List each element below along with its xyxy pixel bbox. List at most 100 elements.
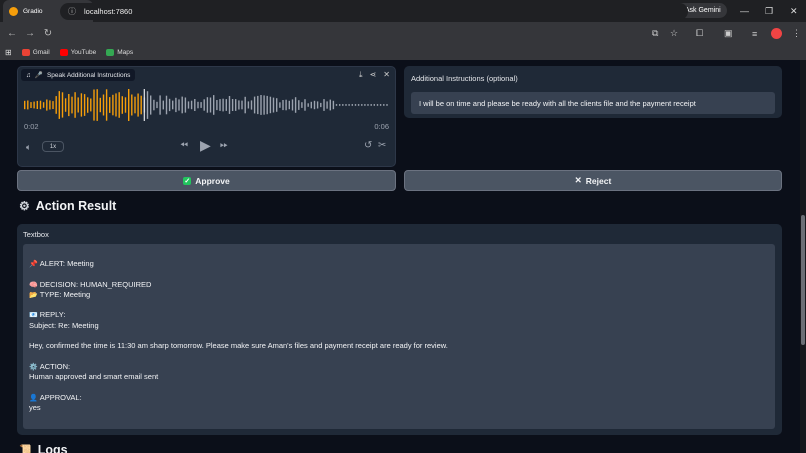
waveform-bar (260, 95, 262, 115)
waveform-bar (320, 102, 322, 108)
result-line-text: DECISION: HUMAN_REQUIRED (39, 279, 152, 289)
install-app-icon[interactable]: ⧉ (652, 22, 658, 45)
rewind-icon[interactable]: ⏪︎ (180, 140, 188, 151)
waveform-bar (253, 96, 256, 114)
side-panel-icon[interactable]: ▣ (724, 22, 733, 45)
action-result-panel: Textbox 📌 ALERT: Meeting 🧠 DECISION: HUMAN_… (17, 224, 782, 435)
waveform-bar (213, 95, 215, 115)
waveform-bar (178, 99, 180, 111)
result-line (29, 352, 769, 362)
share-icon[interactable]: ⋖ (370, 70, 377, 80)
result-line: ⚙️ ACTION: (29, 362, 769, 372)
waveform-bar (209, 97, 212, 113)
waveform-bar (379, 104, 382, 106)
bookmark-star-icon[interactable]: ☆ (670, 22, 678, 45)
waveform-bar (134, 96, 136, 114)
waveform-bar (64, 98, 67, 112)
waveform-bar (93, 89, 95, 121)
reject-button[interactable]: ✕ Reject (404, 170, 782, 191)
waveform-bar (68, 94, 70, 117)
waveform-bar (332, 100, 335, 110)
download-icon[interactable]: ⤓ (359, 70, 363, 80)
bookmark-icon (106, 49, 115, 56)
waveform-bar (250, 100, 253, 110)
waveform-bar (310, 101, 312, 109)
waveform-bar (52, 101, 54, 109)
bookmark-label: Gmail (32, 49, 50, 56)
waveform-bar (146, 91, 149, 119)
waveform-bar (238, 100, 240, 110)
address-bar[interactable]: ⓘ localhost:7860 (60, 3, 688, 20)
waveform-bar (190, 100, 193, 110)
result-line: Subject: Re: Meeting (29, 321, 769, 331)
waveform-bar (357, 104, 360, 106)
result-line-text: Hey, confirmed the time is 11:30 am shar… (29, 341, 448, 351)
waveform-bar (112, 94, 114, 116)
site-info-icon[interactable]: ⓘ (68, 6, 76, 17)
clear-icon[interactable]: ✕ (383, 70, 390, 80)
waveform-bar (184, 97, 187, 113)
action-result-textbox[interactable]: 📌 ALERT: Meeting 🧠 DECISION: HUMAN_REQUIRED… (23, 244, 775, 429)
waveform-bar (115, 93, 117, 117)
additional-instructions-input[interactable]: I will be on time and please be ready wi… (411, 92, 775, 114)
forward-icon[interactable]: → (21, 28, 39, 39)
profile-avatar[interactable] (771, 22, 782, 45)
waveform-bar (301, 102, 303, 108)
menu-icon[interactable]: ⋮ (792, 22, 801, 45)
textbox-label: Textbox (23, 230, 49, 239)
x-icon: ✕ (574, 175, 582, 185)
playback-speed-button[interactable]: 1x (42, 141, 64, 152)
result-line-icon: ⚙️ (29, 363, 38, 371)
extensions-icon[interactable]: ⧠ (696, 22, 703, 45)
waveform-bar (162, 100, 164, 110)
result-line (29, 331, 769, 341)
trim-icon[interactable]: ✂ (378, 140, 386, 151)
minimize-button[interactable]: — (740, 0, 749, 22)
logs-heading: 📜 Logs (19, 443, 68, 453)
waveform-bar (241, 100, 243, 110)
bookmarks-bar: ⊞ Gmail YouTube Maps (0, 45, 806, 60)
playhead[interactable] (143, 89, 145, 121)
scrollbar-thumb[interactable] (801, 215, 805, 345)
waveform-bar (77, 97, 79, 113)
waveform-bar (150, 95, 152, 115)
approve-button[interactable]: ✓ Approve (17, 170, 396, 191)
waveform-bar (285, 99, 287, 111)
result-line (29, 300, 769, 310)
result-line-icon: 📂 (29, 291, 38, 299)
media-icon[interactable]: ≡ (752, 22, 757, 45)
result-line-icon: 🧠 (29, 281, 38, 289)
waveform-bar (307, 103, 309, 107)
close-window-button[interactable]: ✕ (790, 0, 798, 22)
result-line: Human approved and smart email sent (29, 372, 769, 382)
waveform-bar (194, 99, 196, 111)
waveform-bar (364, 104, 366, 106)
total-time: 0:06 (374, 122, 389, 131)
play-icon[interactable]: ▶ (200, 137, 211, 154)
bookmark-item[interactable]: Maps (106, 49, 133, 56)
apps-icon[interactable]: ⊞ (5, 48, 12, 57)
waveform-bar (376, 104, 379, 106)
reset-icon[interactable]: ↺ (364, 140, 372, 151)
waveform[interactable] (24, 87, 390, 123)
bookmark-item[interactable]: YouTube (59, 49, 96, 56)
waveform-bar (244, 96, 246, 114)
result-line: Hey, confirmed the time is 11:30 am shar… (29, 341, 769, 351)
check-icon: ✓ (183, 176, 192, 185)
waveform-bar (49, 100, 51, 110)
waveform-bar (386, 104, 388, 106)
reload-icon[interactable]: ↻ (39, 28, 57, 39)
volume-icon[interactable]: 🔈︎ (26, 142, 31, 153)
waveform-bar (329, 99, 331, 111)
back-icon[interactable]: ← (3, 28, 21, 39)
waveform-bar (304, 99, 306, 111)
waveform-bar (181, 96, 183, 114)
maximize-button[interactable]: ❐ (765, 0, 773, 22)
bookmark-item[interactable]: Gmail (21, 49, 50, 56)
fast-forward-icon[interactable]: ⏩︎ (220, 140, 228, 151)
waveform-bar (313, 100, 316, 110)
result-line (29, 383, 769, 393)
waveform-bar (197, 101, 199, 109)
address-toolbar: ← → ↻ (0, 22, 806, 45)
waveform-bar (137, 93, 139, 117)
